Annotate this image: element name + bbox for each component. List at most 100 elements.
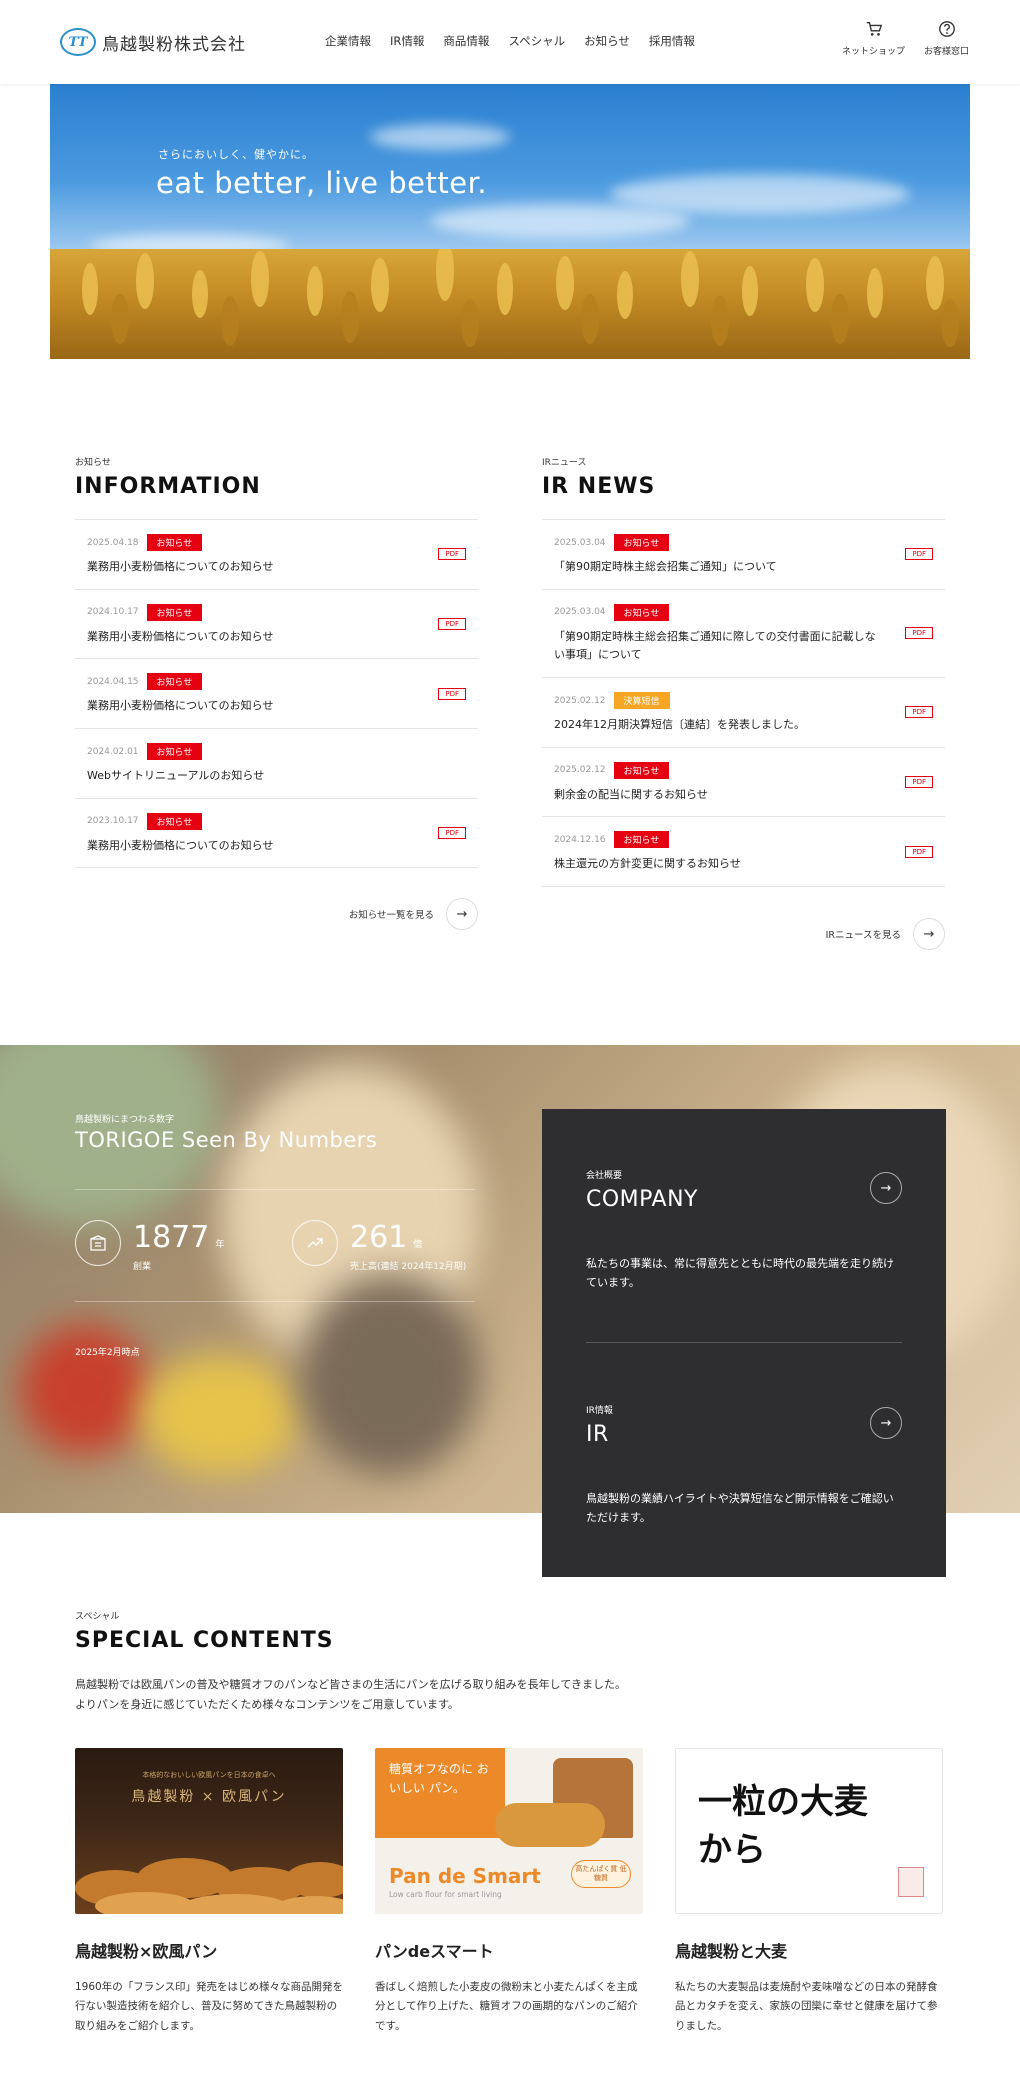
net-shop-label: ネットショップ [842,47,906,57]
stat-founded-value: 1877 [133,1220,210,1255]
information-title: INFORMATION [75,474,261,499]
special-title: SPECIAL CONTENTS [75,1628,334,1653]
thumb-caption: 糖質オフなのに おいしい パン。 [389,1762,489,1796]
pdf-badge: PDF [905,548,933,561]
stat-founded: 1877 年 創業 [75,1220,224,1272]
stat-sales-caption: 売上高(連結 2024年12月期) [350,1262,467,1272]
net-shop-link[interactable]: ネットショップ [842,20,905,57]
company-desc: 私たちの事業は、常に得意先とともに時代の最先端を走り続けています。 [586,1257,894,1290]
pdf-badge: PDF [905,627,933,640]
thumb-sub: Low carb flour for smart living [389,1890,502,1899]
numbers-note: 2025年2月時点 [75,1348,140,1358]
company-ir-panel: 会社概要 COMPANY → 私たちの事業は、常に得意先とともに時代の最先端を走… [542,1109,946,1577]
card-title: 鳥越製粉×欧風パン [75,1942,218,1961]
question-icon [938,21,955,37]
news-text: 株主還元の方針変更に関するお知らせ [554,857,741,871]
ir-news-item[interactable]: 2025.02.12 お知らせ 剰余金の配当に関するお知らせ PDF [542,748,945,818]
special-section: スペシャル SPECIAL CONTENTS 鳥越製粉では欧風パンの普及や糖質オ… [75,1609,945,1715]
news-date: 2024.04.15 [87,676,139,687]
cart-icon [866,22,882,36]
thumb-sub: 本格的なおいしい欧風パンを日本の食卓へ [142,1771,276,1779]
seal-stamp-icon [898,1867,924,1897]
nav-item-products[interactable]: 商品情報 [443,33,489,49]
information-more-label: お知らせ一覧を見る [348,910,434,921]
company-link-block[interactable]: 会社概要 COMPANY → 私たちの事業は、常に得意先とともに時代の最先端を走… [586,1168,902,1293]
news-item[interactable]: 2024.04.15 お知らせ 業務用小麦粉価格についてのお知らせ PDF [75,659,478,730]
pdf-badge: PDF [905,706,933,719]
ir-news-label: IRニュース [542,458,587,468]
ir-news-item[interactable]: 2025.03.04 お知らせ 「第90期定時株主総会招集ご通知に際しての交付書面… [542,590,945,679]
arrow-right-icon[interactable]: → [870,1407,902,1439]
pdf-badge: PDF [905,776,933,789]
pdf-badge: PDF [905,845,933,858]
news-tag: お知らせ [613,534,670,551]
pan-de-smart-thumbnail: 糖質オフなのに おいしい パン。 Pan de Smart Low carb f… [375,1748,643,1914]
news-text: 業務用小麦粉価格についてのお知らせ [87,699,274,713]
special-card-european-bread[interactable]: 本格的なおいしい欧風パンを日本の食卓へ 鳥越製粉 × 欧風パン 鳥越製粉×欧風パ… [75,1748,343,2036]
ir-news-item[interactable]: 2024.12.16 お知らせ 株主還元の方針変更に関するお知らせ PDF [542,817,945,888]
special-card-barley[interactable]: 一粒の大麦から 鳥越製粉と大麦 私たちの大麦製品は麦焼酎や麦味噌などの日本の発酵… [675,1748,943,2036]
cloud-shape [370,124,510,150]
logo-text: 鳥越製粉株式会社 [102,34,246,55]
news-tag: 決算短信 [613,692,670,710]
news-tag: お知らせ [146,673,203,691]
site-header: TT 鳥越製粉株式会社 企業情報 IR情報 商品情報 スペシャル お知らせ 採用… [0,0,1020,84]
card-text: 1960年の「フランス印」発売をはじめ様々な商品開発を行ない製造技術を紹介し、普… [75,1981,344,2032]
news-date: 2023.10.17 [87,816,139,827]
customer-support-link[interactable]: お客様窓口 [924,20,969,57]
thumb-badge: 高たんぱく質 低糖質 [571,1860,631,1888]
nav-item-ir[interactable]: IR情報 [390,33,424,49]
bread-illustration [75,1858,343,1914]
ir-news-item[interactable]: 2025.03.04 お知らせ 「第90期定時株主総会招集ご通知」について PDF [542,520,945,590]
news-date: 2024.02.01 [87,746,139,757]
arrow-right-icon[interactable]: → [870,1172,902,1204]
news-tag: お知らせ [146,534,203,551]
ir-news-item[interactable]: 2025.02.12 決算短信 2024年12月期決算短信〔連結〕を発表しました。… [542,678,945,748]
news-text: 業務用小麦粉価格についてのお知らせ [87,838,274,852]
ir-title: IR [586,1422,609,1447]
ir-news-more-link[interactable]: IRニュースを見る → [826,918,945,950]
special-cards: 本格的なおいしい欧風パンを日本の食卓へ 鳥越製粉 × 欧風パン 鳥越製粉×欧風パ… [75,1748,945,2036]
stat-sales: 261 億 売上高(連結 2024年12月期) [292,1220,466,1272]
logo-mark-icon: TT [60,28,96,56]
news-date: 2024.10.17 [87,607,139,618]
hero-subtitle: さらにおいしく、健やかに。 [158,148,314,161]
divider [586,1342,902,1343]
arrow-right-icon: → [913,918,945,950]
information-list: 2025.04.18 お知らせ 業務用小麦粉価格についてのお知らせ PDF 202… [75,519,478,869]
numbers-label: 鳥越製粉にまつわる数字 [75,1115,175,1125]
nav-item-recruit[interactable]: 採用情報 [649,33,695,49]
news-text: 「第90期定時株主総会招集ご通知」について [554,560,777,573]
global-nav: 企業情報 IR情報 商品情報 スペシャル お知らせ 採用情報 [325,33,695,49]
news-item[interactable]: 2025.04.18 お知らせ 業務用小麦粉価格についてのお知らせ PDF [75,520,478,590]
ir-news-more-label: IRニュースを見る [825,930,901,941]
news-text: 剰余金の配当に関するお知らせ [554,787,708,801]
nav-item-special[interactable]: スペシャル [508,33,565,49]
stat-founded-caption: 創業 [133,1262,152,1272]
company-logo[interactable]: TT 鳥越製粉株式会社 [60,28,246,56]
news-item[interactable]: 2024.10.17 お知らせ 業務用小麦粉価格についてのお知らせ PDF [75,590,478,660]
pdf-badge: PDF [438,618,466,631]
card-title: 鳥越製粉と大麦 [675,1942,788,1961]
divider [75,1189,475,1190]
nav-item-news[interactable]: お知らせ [584,33,630,49]
news-text: 2024年12月期決算短信〔連結〕を発表しました。 [554,718,805,732]
nav-item-company[interactable]: 企業情報 [325,33,371,49]
information-more-link[interactable]: お知らせ一覧を見る → [349,898,478,930]
news-item[interactable]: 2024.02.01 お知らせ Webサイトリニューアルのお知らせ [75,729,478,799]
cloud-shape [610,174,910,214]
thumb-logo: Pan de Smart [389,1864,541,1888]
news-item[interactable]: 2023.10.17 お知らせ 業務用小麦粉価格についてのお知らせ PDF [75,799,478,869]
news-text: 業務用小麦粉価格についてのお知らせ [87,629,274,643]
card-text: 私たちの大麦製品は麦焼酎や麦味噌などの日本の発酵食品とカタチを変え、家族の団欒に… [675,1981,938,2032]
news-date: 2025.02.12 [554,695,606,706]
ir-link-block[interactable]: IR情報 IR → 鳥越製粉の業績ハイライトや決算短信など開示情報をご確認いただ… [586,1403,902,1528]
wheat-field-image [50,249,970,359]
company-label: 会社概要 [586,1171,623,1181]
pdf-badge: PDF [438,687,466,700]
special-card-pan-de-smart[interactable]: 糖質オフなのに おいしい パン。 Pan de Smart Low carb f… [375,1748,643,2036]
news-tag: お知らせ [146,603,203,621]
information-section: お知らせ INFORMATION 2025.04.18 お知らせ 業務用小麦粉価格… [75,455,478,930]
ir-news-list: 2025.03.04 お知らせ 「第90期定時株主総会招集ご通知」について PDF… [542,519,945,888]
numbers-title: TORIGOE Seen By Numbers [75,1128,378,1152]
